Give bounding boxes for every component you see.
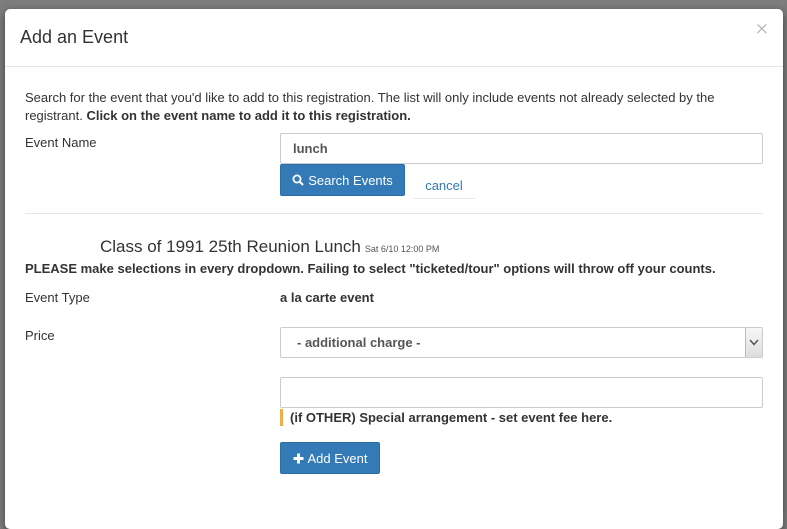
event-type-label: Event Type xyxy=(25,290,90,305)
search-events-label: Search Events xyxy=(308,172,393,188)
other-fee-help: (if OTHER) Special arrangement - set eve… xyxy=(280,409,612,426)
add-event-label: Add Event xyxy=(307,450,368,466)
price-select[interactable]: - additional charge - xyxy=(280,327,763,358)
other-fee-input[interactable] xyxy=(280,377,763,408)
close-button[interactable]: × xyxy=(755,21,769,38)
chevron-down-icon[interactable] xyxy=(745,328,762,357)
dropdown-warning: PLEASE make selections in every dropdown… xyxy=(25,261,716,276)
intro-emphasis: Click on the event name to add it to thi… xyxy=(86,108,411,123)
cancel-link[interactable]: cancel xyxy=(413,173,475,199)
event-name-input[interactable]: lunch xyxy=(280,133,763,164)
price-selected-value: - additional charge - xyxy=(297,335,421,350)
event-title-row: Class of 1991 25th Reunion Lunch Sat 6/10… xyxy=(100,237,439,257)
event-name-value: lunch xyxy=(293,141,328,156)
search-icon xyxy=(292,174,304,186)
modal-header: Add an Event × xyxy=(5,9,783,67)
price-label: Price xyxy=(25,328,55,343)
search-events-button[interactable]: Search Events xyxy=(280,164,405,196)
modal-title: Add an Event xyxy=(20,27,129,47)
intro-text: Search for the event that you'd like to … xyxy=(25,89,765,125)
event-name-label: Event Name xyxy=(25,135,97,150)
event-type-value: a la carte event xyxy=(280,290,374,305)
event-date: Sat 6/10 12:00 PM xyxy=(364,244,440,254)
add-event-modal: Add an Event × Search for the event that… xyxy=(5,9,783,529)
add-event-button[interactable]: Add Event xyxy=(280,442,380,474)
event-title: Class of 1991 25th Reunion Lunch xyxy=(100,237,361,256)
plus-icon xyxy=(293,453,303,463)
divider xyxy=(25,213,763,214)
